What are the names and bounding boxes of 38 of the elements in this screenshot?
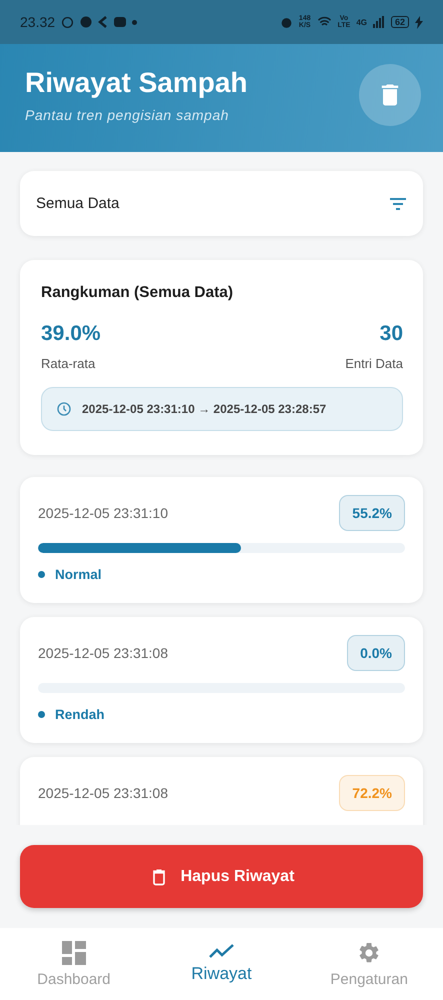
charging-icon (415, 16, 423, 28)
nav-tab[interactable]: Riwayat (148, 928, 296, 1000)
page-subtitle: Pantau tren pengisian sampah (25, 107, 230, 123)
clear-history-button[interactable]: Hapus Riwayat (20, 845, 423, 908)
signal-icon (372, 16, 385, 28)
percent-badge: 55.2% (339, 495, 405, 531)
filter-icon (389, 196, 407, 210)
date-range: 2025-12-05 23:31:10 → 2025-12-05 23:28:57 (82, 402, 326, 416)
entry-time: 2025-12-05 23:31:10 (38, 505, 168, 521)
dot-icon (132, 20, 138, 24)
nav-label: Dashboard (37, 970, 111, 988)
clock-time: 23.32 (20, 14, 56, 30)
chevron-icon (98, 16, 108, 28)
status-label: Rendah (55, 707, 105, 722)
count-label: Entri Data (345, 356, 403, 371)
percent-badge: 72.2% (339, 775, 405, 811)
trend-icon (208, 944, 234, 958)
nav-label: Riwayat (191, 964, 252, 984)
percent-badge: 0.0% (347, 635, 405, 671)
nav-tab[interactable]: Dashboard (0, 928, 148, 1000)
battery-indicator: 62 (390, 16, 409, 28)
status-label: Normal (55, 567, 102, 582)
entry-time: 2025-12-05 23:31:08 (38, 645, 168, 661)
wifi-icon (316, 16, 332, 28)
clock-icon (56, 401, 72, 417)
average-label: Rata-rata (41, 356, 96, 371)
nav-tab[interactable]: Pengaturan (295, 928, 443, 1000)
filter-card[interactable]: Semua Data (20, 171, 423, 236)
entry-count: 30 (380, 322, 403, 346)
network-type: 4G (356, 18, 367, 26)
dashboard-icon (62, 940, 86, 964)
entry-time: 2025-12-05 23:31:08 (38, 785, 168, 801)
nav-label: Pengaturan (330, 970, 408, 988)
filter-label: Semua Data (36, 195, 120, 212)
summary-title: Rangkuman (Semua Data) (41, 284, 234, 302)
settings-icon (357, 940, 382, 964)
page-title: Riwayat Sampah (25, 67, 249, 99)
average-value: 39.0% (41, 322, 101, 346)
